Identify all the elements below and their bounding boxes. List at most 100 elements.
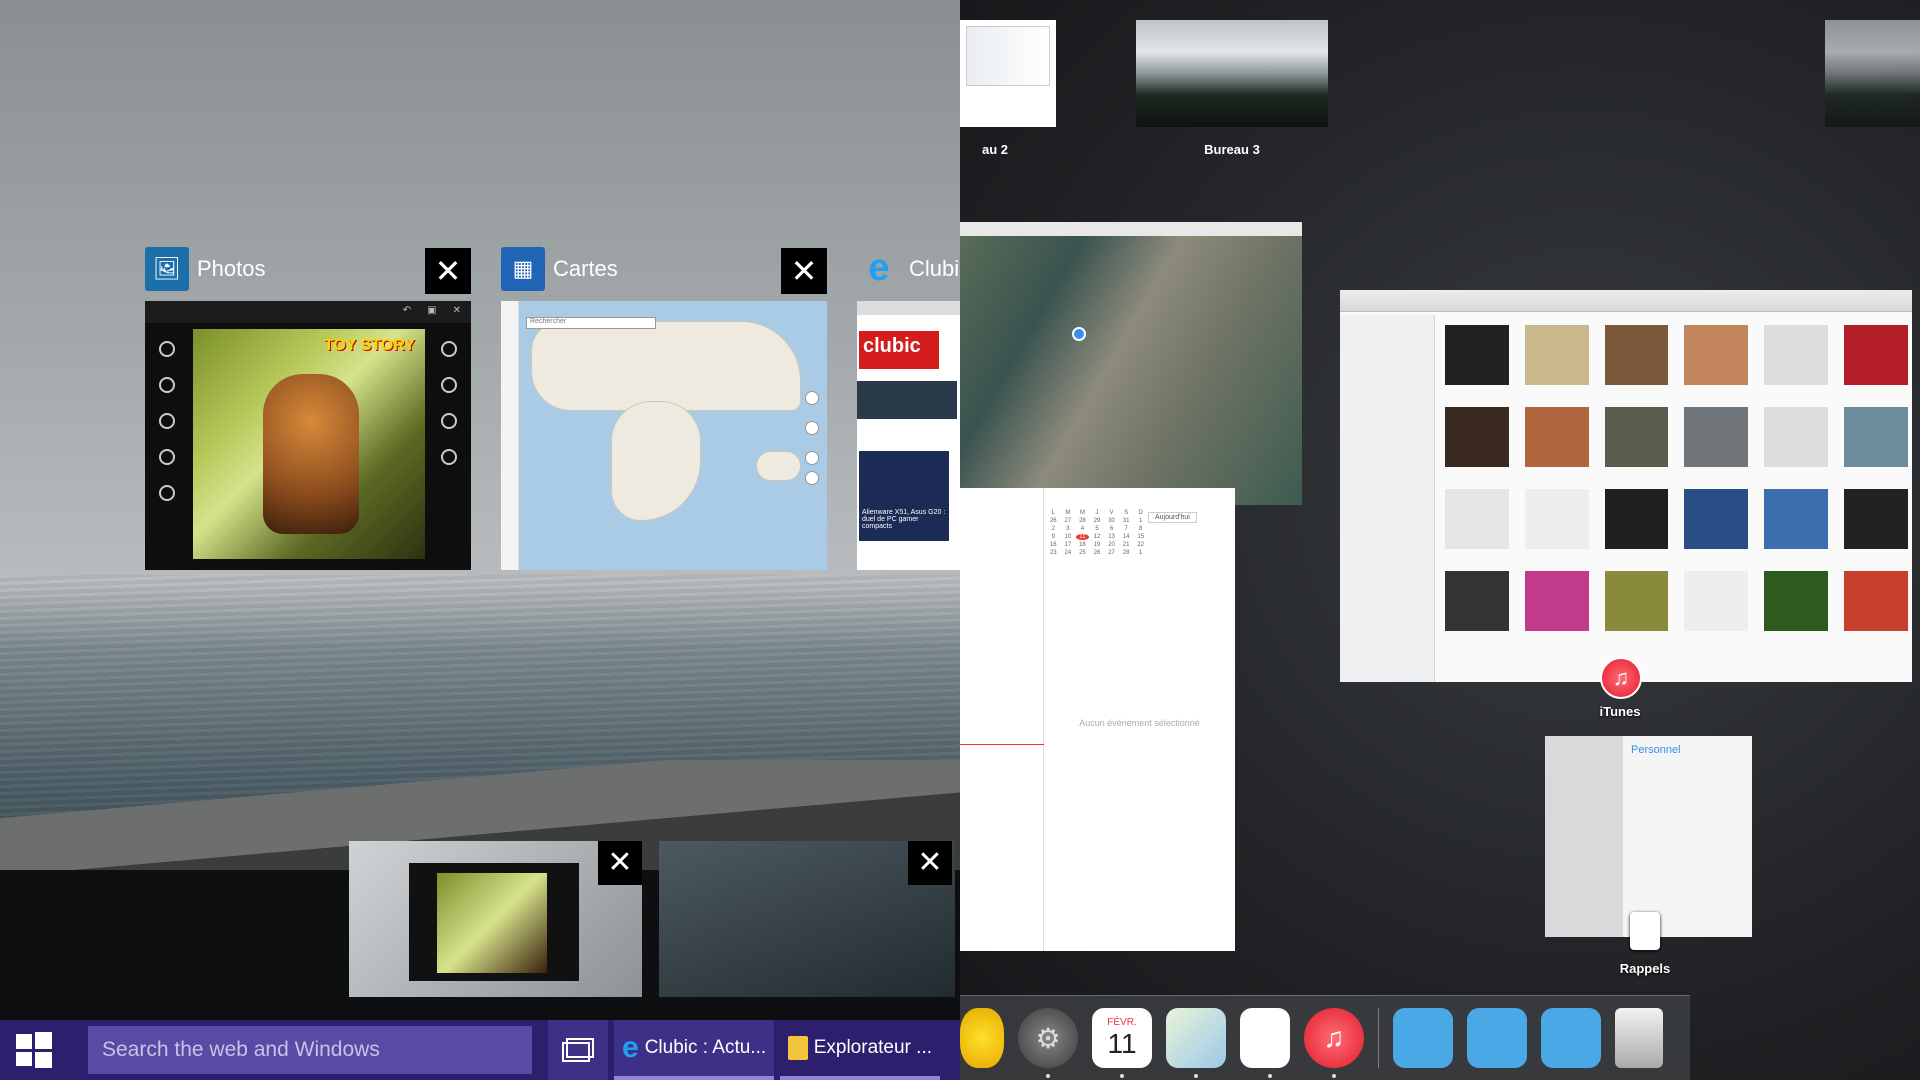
zoom-in-icon[interactable] xyxy=(805,451,819,465)
zoom-out-icon[interactable] xyxy=(805,471,819,485)
reminders-dock-icon[interactable] xyxy=(1240,1008,1290,1078)
calendar-day[interactable]: 16 xyxy=(1047,542,1060,548)
calendar-day[interactable]: 23 xyxy=(1047,550,1060,556)
cyberduck-icon[interactable] xyxy=(960,1008,1004,1068)
calendar-icon[interactable]: FÉVR. 11 xyxy=(1092,1008,1152,1078)
taskview-window-photos[interactable]: 🖼 Photos ✕ ↶ ▣ ✕ TOY STORY xyxy=(145,246,471,571)
calendar-day[interactable]: 2 xyxy=(1047,526,1060,532)
calendar-day[interactable]: 25 xyxy=(1076,550,1089,556)
photos-thumbnail[interactable]: ↶ ▣ ✕ TOY STORY xyxy=(145,301,471,570)
calendar-today[interactable]: 11 xyxy=(1076,534,1089,540)
album-cover[interactable] xyxy=(1764,407,1829,467)
calendar-day[interactable]: 30 xyxy=(1105,518,1118,524)
calendar-day[interactable]: 26 xyxy=(1091,550,1104,556)
album-cover[interactable] xyxy=(1844,489,1908,549)
album-cover[interactable] xyxy=(1844,325,1908,385)
calendar-day[interactable]: 28 xyxy=(1120,550,1133,556)
album-cover[interactable] xyxy=(1684,489,1749,549)
calendar-day[interactable]: 1 xyxy=(1134,550,1147,556)
mac-itunes-window[interactable] xyxy=(1340,290,1912,682)
close-desktop-button[interactable]: ✕ xyxy=(598,841,642,885)
space-3-thumbnail[interactable] xyxy=(1136,20,1328,127)
taskbar-app-clubic[interactable]: e Clubic : Actu... xyxy=(614,1020,774,1080)
album-cover[interactable] xyxy=(1844,407,1908,467)
clubic-article-card[interactable]: Alienware X51, Asus G20 : duel de PC gam… xyxy=(859,451,949,541)
map-control-icon[interactable] xyxy=(805,421,819,435)
calendar-day[interactable]: 17 xyxy=(1062,542,1075,548)
calendar-day[interactable]: 15 xyxy=(1134,534,1147,540)
album-cover[interactable] xyxy=(1684,325,1749,385)
calendar-day[interactable]: 8 xyxy=(1134,526,1147,532)
downloads-folder-icon[interactable] xyxy=(1541,1008,1601,1068)
album-cover[interactable] xyxy=(1604,407,1669,467)
calendar-day[interactable]: 26 xyxy=(1047,518,1060,524)
album-cover[interactable] xyxy=(1604,571,1669,631)
taskview-window-clubic[interactable]: e Clubic clubic Alienware X51, Asus G20 … xyxy=(857,246,960,571)
weekday-header: M xyxy=(1079,510,1085,516)
calendar-day[interactable]: 4 xyxy=(1076,526,1089,532)
album-cover[interactable] xyxy=(1764,571,1829,631)
space-4-thumbnail[interactable] xyxy=(1825,20,1920,127)
close-button[interactable]: ✕ xyxy=(425,248,471,294)
map-control-icon[interactable] xyxy=(805,391,819,405)
mini-calendar[interactable]: L M M J V S D 26 27 28 29 30 31 1 2 3 4 5 6 7 8 9 10 11 12 13 14 15… xyxy=(1047,510,1147,556)
trash-icon[interactable] xyxy=(1615,1008,1663,1068)
map-search-input[interactable]: Rechercher xyxy=(526,317,656,329)
album-cover[interactable] xyxy=(1844,571,1908,631)
calendar-day[interactable]: 13 xyxy=(1105,534,1118,540)
task-view-button[interactable] xyxy=(548,1020,608,1080)
calendar-day[interactable]: 5 xyxy=(1091,526,1104,532)
taskview-window-cartes[interactable]: ▦ Cartes ✕ Rechercher xyxy=(501,246,827,571)
mac-calendar-window[interactable]: L M M J V S D 26 27 28 29 30 31 1 2 3 4 5 6 7 8 9 10 11 12 13 14 15… xyxy=(960,488,1235,951)
album-cover[interactable] xyxy=(1604,325,1669,385)
calendar-day[interactable]: 7 xyxy=(1120,526,1133,532)
calendar-day[interactable]: 9 xyxy=(1047,534,1060,540)
calendar-day[interactable]: 22 xyxy=(1134,542,1147,548)
applications-folder-icon[interactable] xyxy=(1393,1008,1453,1068)
ical-icon[interactable] xyxy=(1166,1008,1226,1078)
album-cover[interactable] xyxy=(1684,407,1749,467)
close-desktop-button[interactable]: ✕ xyxy=(908,841,952,885)
album-cover[interactable] xyxy=(1445,407,1509,467)
album-cover[interactable] xyxy=(1764,325,1829,385)
album-cover[interactable] xyxy=(1524,489,1589,549)
taskbar-app-explorer[interactable]: Explorateur ... xyxy=(780,1020,940,1080)
calendar-day[interactable]: 24 xyxy=(1062,550,1075,556)
clubic-thumbnail[interactable]: clubic Alienware X51, Asus G20 : duel de… xyxy=(857,301,960,570)
documents-folder-icon[interactable] xyxy=(1467,1008,1527,1068)
calendar-day[interactable]: 29 xyxy=(1091,518,1104,524)
calendar-day[interactable]: 3 xyxy=(1062,526,1075,532)
album-cover[interactable] xyxy=(1764,489,1829,549)
calendar-day[interactable]: 6 xyxy=(1105,526,1118,532)
album-cover[interactable] xyxy=(1445,571,1509,631)
close-button[interactable]: ✕ xyxy=(781,248,827,294)
system-preferences-icon[interactable]: ⚙ xyxy=(1018,1008,1078,1078)
calendar-day[interactable]: 19 xyxy=(1091,542,1104,548)
calendar-day[interactable]: 21 xyxy=(1120,542,1133,548)
space-2-thumbnail[interactable] xyxy=(960,20,1056,127)
album-cover[interactable] xyxy=(1445,489,1509,549)
mac-reminders-window[interactable]: Personnel xyxy=(1545,736,1752,937)
calendar-day[interactable]: 20 xyxy=(1105,542,1118,548)
today-button[interactable]: Aujourd'hui xyxy=(1148,512,1197,523)
calendar-day[interactable]: 18 xyxy=(1076,542,1089,548)
calendar-day[interactable]: 27 xyxy=(1105,550,1118,556)
album-cover[interactable] xyxy=(1524,407,1589,467)
start-button[interactable] xyxy=(0,1020,68,1080)
maps-thumbnail[interactable]: Rechercher xyxy=(501,301,827,570)
calendar-day[interactable]: 14 xyxy=(1120,534,1133,540)
calendar-day[interactable]: 31 xyxy=(1120,518,1133,524)
album-cover[interactable] xyxy=(1524,325,1589,385)
album-cover[interactable] xyxy=(1445,325,1509,385)
calendar-day[interactable]: 1 xyxy=(1134,518,1147,524)
calendar-day[interactable]: 28 xyxy=(1076,518,1089,524)
album-cover[interactable] xyxy=(1684,571,1749,631)
calendar-day[interactable]: 10 xyxy=(1062,534,1075,540)
itunes-dock-icon[interactable]: ♫ xyxy=(1304,1008,1364,1078)
mac-maps-window[interactable] xyxy=(960,222,1302,505)
album-cover[interactable] xyxy=(1604,489,1669,549)
album-cover[interactable] xyxy=(1524,571,1589,631)
calendar-day[interactable]: 12 xyxy=(1091,534,1104,540)
search-input[interactable]: Search the web and Windows xyxy=(88,1026,532,1074)
calendar-day[interactable]: 27 xyxy=(1062,518,1075,524)
